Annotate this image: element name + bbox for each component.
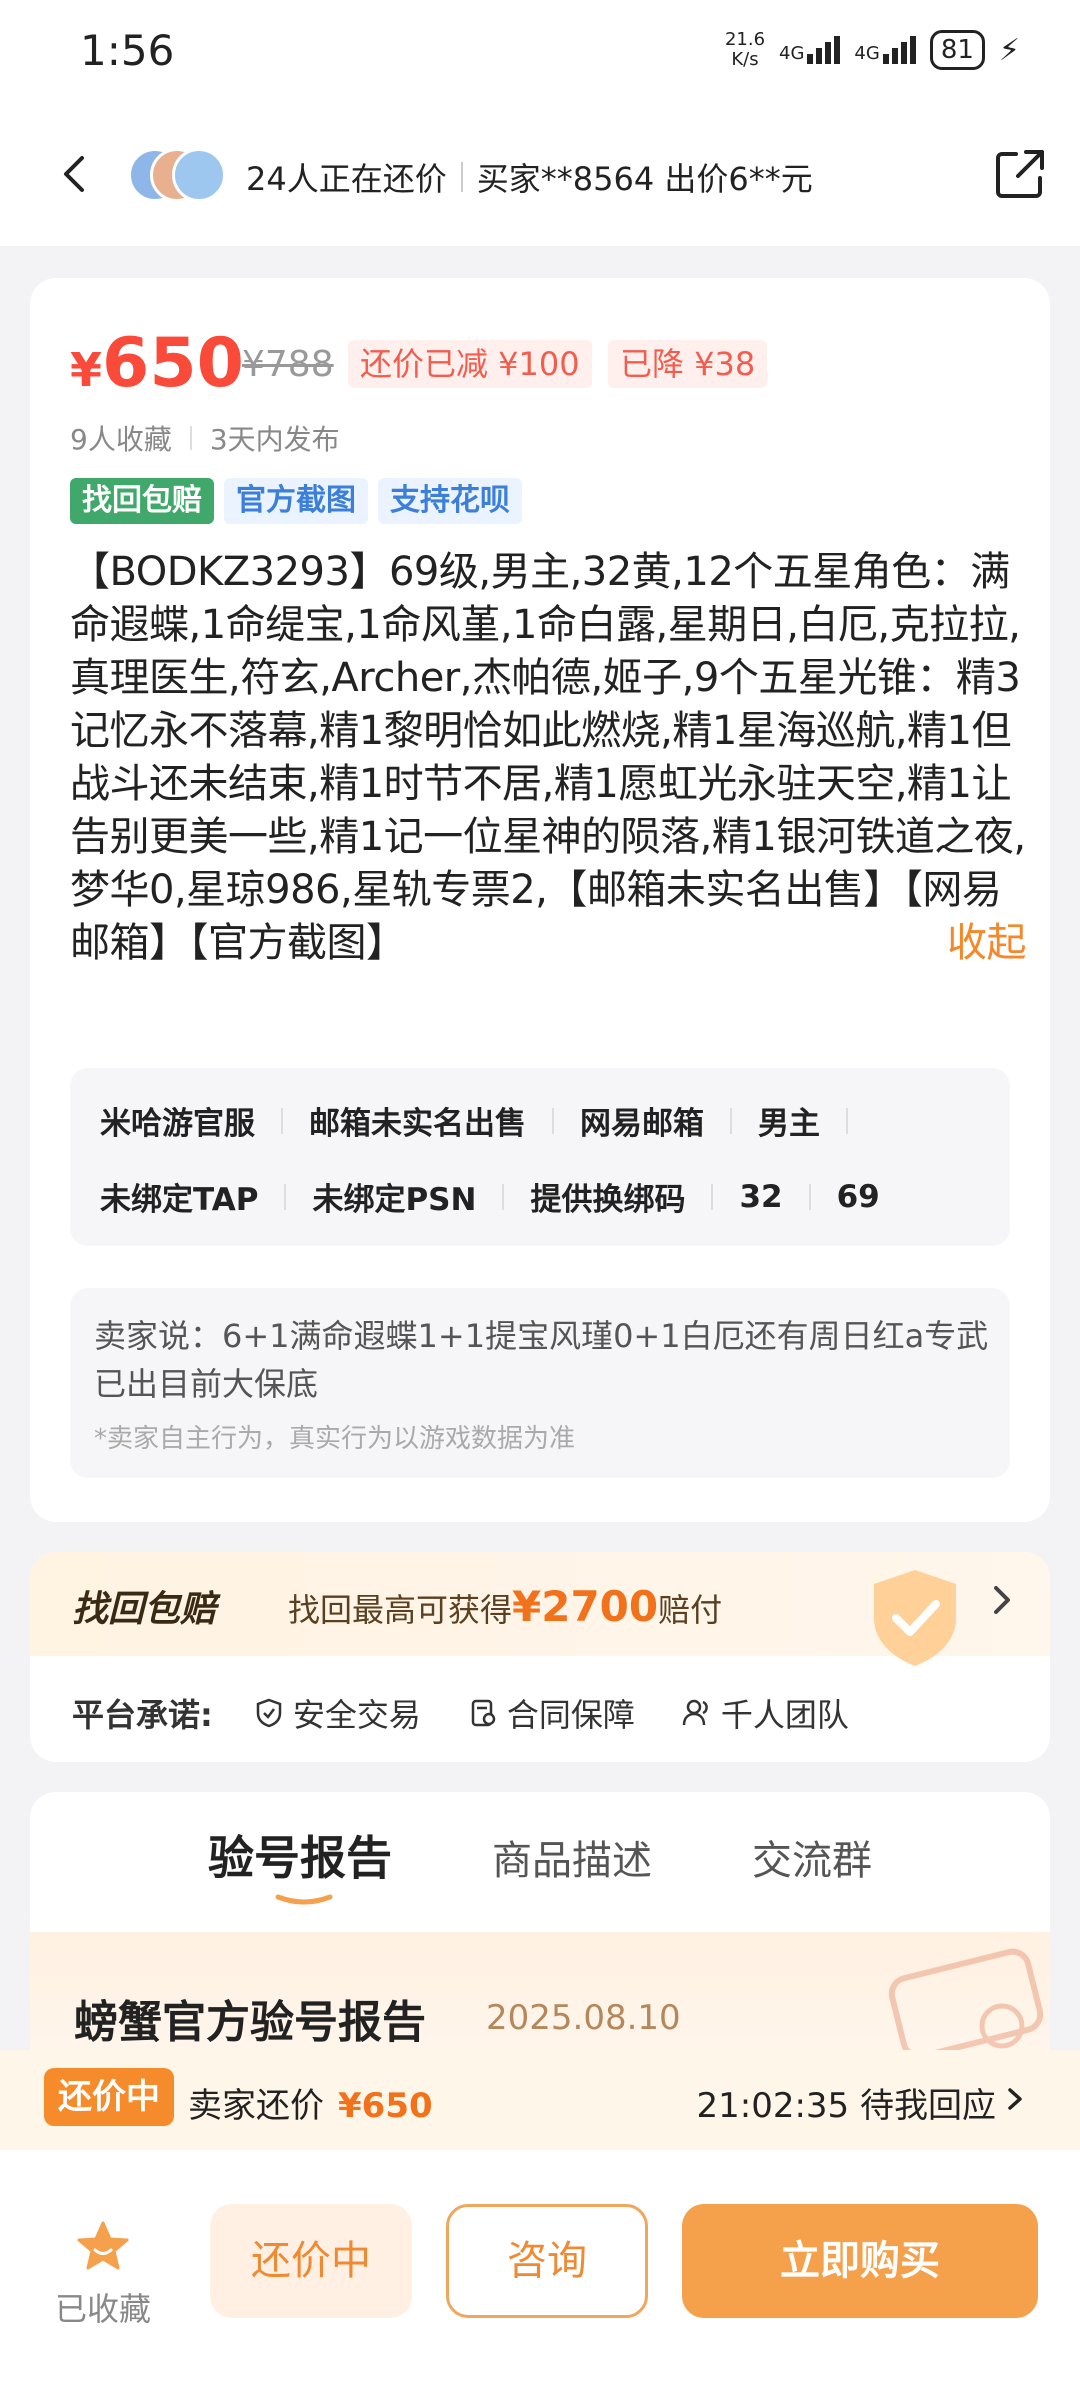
price-value: 650 — [102, 324, 244, 403]
attributes-row: 米哈游官服 邮箱未实名出售 网易邮箱 男主 — [100, 1098, 874, 1143]
tab-underline — [274, 1892, 334, 1906]
share-icon[interactable] — [994, 148, 1046, 200]
bottom-action-bar: 已收藏 还价中 咨询 立即购买 — [0, 2150, 1080, 2390]
attribute-email-status: 邮箱未实名出售 — [309, 1106, 526, 1142]
seller-disclaimer: *卖家自主行为，真实行为以游戏数据为准 — [94, 1424, 576, 1454]
chevron-right-icon[interactable] — [990, 1580, 1014, 1630]
net-speed-value: 21.6 — [724, 29, 766, 50]
latest-offer: 买家**8564 出价6**元 — [476, 160, 813, 198]
star-icon — [77, 2221, 129, 2270]
shield-check-icon — [860, 1562, 970, 1672]
attribute-rebind-code: 提供换绑码 — [530, 1182, 686, 1218]
tag-official-screenshot: 官方截图 — [224, 478, 368, 524]
battery-icon: 81 — [929, 30, 985, 70]
signal-icon: 4G — [854, 36, 916, 64]
seller-says-box: 卖家说：6+1满命遐蝶1+1提宝风瑾0+1白厄还有周日红a专武已出目前大保底 *… — [70, 1288, 1010, 1478]
counter-label: 卖家还价 — [188, 2086, 324, 2126]
charging-icon: ⚡ — [998, 32, 1020, 68]
promise-safe-trade: 安全交易 — [292, 1696, 421, 1734]
guarantee-card[interactable]: 找回包赔 找回最高可获得 ¥2700 赔付 平台承诺: 安全交易 合同保障 千人… — [30, 1552, 1050, 1762]
contract-icon — [471, 1699, 496, 1727]
buy-now-button[interactable]: 立即购买 — [682, 2204, 1038, 2318]
report-title: 螃蟹官方验号报告 — [74, 1997, 426, 2048]
guarantee-text: 找回最高可获得 ¥2700 赔付 — [288, 1582, 722, 1631]
collapse-button[interactable]: 收起 — [947, 917, 1027, 970]
publish-time: 3天内发布 — [209, 423, 340, 456]
counter-price: ¥650 — [338, 2086, 433, 2126]
bidder-avatars — [128, 148, 228, 206]
signal-icon: 4G — [779, 36, 841, 64]
bargain-ticker: 24人正在还价 买家**8564 出价6**元 — [246, 154, 813, 200]
favorite-label: 已收藏 — [54, 2290, 151, 2328]
nav-header: 24人正在还价 买家**8564 出价6**元 — [0, 110, 1080, 246]
status-icons: 21.6 K/s 4G 4G 81 ⚡ — [725, 30, 1020, 70]
counter-reduced-badge: 还价已减 ¥100 — [348, 340, 592, 388]
tab-product-description[interactable]: 商品描述 — [492, 1828, 652, 1886]
promise-item: 合同保障 — [467, 1690, 635, 1736]
current-price: ¥ 650 — [70, 324, 244, 403]
counter-status-badge: 还价中 — [44, 2068, 174, 2126]
seller-says-text: 卖家说：6+1满命遐蝶1+1提宝风瑾0+1白厄还有周日红a专武已出目前大保底 — [94, 1317, 989, 1403]
counter-offer-text: 卖家还价 ¥650 — [188, 2078, 433, 2127]
chevron-right-icon — [1006, 2083, 1024, 2123]
attribute-tap: 未绑定TAP — [100, 1182, 259, 1218]
attribute-protagonist: 男主 — [758, 1106, 820, 1142]
guarantee-title: 找回包赔 — [72, 1589, 217, 1630]
status-bar: 1:56 21.6 K/s 4G 4G 81 ⚡ — [0, 0, 1080, 110]
guarantee-suffix: 赔付 — [658, 1591, 723, 1629]
price-symbol: ¥ — [70, 343, 103, 397]
bargain-count: 24人正在还价 — [246, 160, 447, 198]
product-meta: 9人收藏 3天内发布 — [70, 418, 340, 458]
guarantee-amount: ¥2700 — [512, 1582, 659, 1631]
product-card: ¥ 650 ¥788 还价已减 ¥100 已降 ¥38 9人收藏 3天内发布 找… — [30, 278, 1050, 1522]
tab-inspection-report[interactable]: 验号报告 — [208, 1822, 392, 1888]
attribute-server: 米哈游官服 — [100, 1106, 255, 1142]
counter-offer-bar[interactable]: 还价中 卖家还价 ¥650 21:02:35 待我回应 — [0, 2050, 1080, 2150]
promise-label: 平台承诺: — [72, 1696, 213, 1734]
counter-countdown[interactable]: 21:02:35 待我回应 — [696, 2078, 1024, 2127]
promise-team: 千人团队 — [720, 1696, 849, 1734]
tag-huabei: 支持花呗 — [378, 478, 522, 524]
attribute-level: 69 — [836, 1178, 880, 1215]
price-drop-badge: 已降 ¥38 — [608, 340, 768, 388]
attributes-box: 米哈游官服 邮箱未实名出售 网易邮箱 男主 未绑定TAP 未绑定PSN 提供换绑… — [70, 1068, 1010, 1246]
tab-chat-group[interactable]: 交流群 — [752, 1828, 872, 1886]
favorite-button[interactable]: 已收藏 — [48, 2220, 158, 2330]
guarantee-prefix: 找回最高可获得 — [288, 1591, 513, 1629]
attributes-row: 未绑定TAP 未绑定PSN 提供换绑码 32 69 — [100, 1174, 880, 1219]
signal-label-1: 4G — [779, 43, 805, 64]
countdown-text: 21:02:35 待我回应 — [696, 2086, 996, 2126]
status-time: 1:56 — [80, 26, 175, 75]
attribute-gold-count: 32 — [739, 1178, 783, 1215]
team-icon — [682, 1699, 708, 1726]
shield-icon — [256, 1698, 282, 1728]
attribute-psn: 未绑定PSN — [312, 1182, 477, 1218]
promise-item: 安全交易 — [253, 1690, 421, 1736]
attribute-email-type: 网易邮箱 — [580, 1106, 704, 1142]
avatar — [172, 148, 226, 202]
tag-recovery-compensation: 找回包赔 — [70, 478, 214, 524]
net-speed: 21.6 K/s — [725, 30, 765, 70]
promise-item: 千人团队 — [681, 1690, 849, 1736]
favorite-count: 9人收藏 — [70, 423, 172, 456]
service-tags: 找回包赔 官方截图 支持花呗 — [70, 478, 522, 524]
net-speed-unit: K/s — [731, 49, 759, 70]
consult-button[interactable]: 咨询 — [446, 2204, 648, 2318]
description-text: 【BODKZ3293】69级,男主,32黄,12个五星角色：满命遐蝶,1命缇宝,… — [70, 549, 1026, 966]
promise-contract: 合同保障 — [506, 1696, 635, 1734]
platform-promises: 平台承诺: 安全交易 合同保障 千人团队 — [72, 1690, 895, 1736]
signal-label-2: 4G — [854, 43, 880, 64]
back-icon[interactable] — [60, 150, 88, 206]
report-date: 2025.08.10 — [486, 1998, 681, 2038]
original-price: ¥788 — [242, 344, 334, 385]
product-description: 【BODKZ3293】69级,男主,32黄,12个五星角色：满命遐蝶,1命缇宝,… — [70, 546, 1027, 970]
counter-offer-button[interactable]: 还价中 — [210, 2204, 412, 2318]
